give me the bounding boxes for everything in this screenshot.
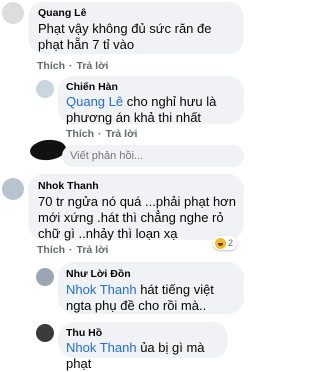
- reply-button[interactable]: Trả lời: [77, 60, 109, 72]
- reaction-count: 2: [228, 238, 234, 248]
- haha-reaction-icon: [215, 237, 226, 249]
- comment-actions: Thích · Trả lời: [37, 244, 108, 256]
- commenter-name[interactable]: Quang Lê: [38, 7, 86, 19]
- reply-input[interactable]: [62, 145, 244, 167]
- like-button[interactable]: Thích: [66, 128, 94, 140]
- avatar[interactable]: [36, 268, 54, 286]
- commenter-name[interactable]: Nhok Thanh: [38, 180, 99, 192]
- separator: ·: [69, 60, 73, 72]
- reply-button[interactable]: Trả lời: [106, 128, 138, 140]
- mention-link[interactable]: Nhok Thanh: [66, 282, 137, 297]
- like-button[interactable]: Thích: [37, 244, 65, 256]
- mention-link[interactable]: Nhok Thanh: [66, 340, 137, 355]
- comment-bubble: Chiến Hàn Quang Lê cho nghỉ hưu là phươn…: [58, 76, 244, 126]
- comment-bubble: Quang Lê Phạt vậy không đủ sức răn đe ph…: [28, 2, 244, 54]
- comment-text: Quang Lê cho nghỉ hưu là phương án khả t…: [66, 94, 240, 126]
- comment-text: Nhok Thanh hát tiếng việt ngta phụ đề ch…: [66, 282, 240, 314]
- mention-link[interactable]: Quang Lê: [66, 94, 123, 109]
- avatar[interactable]: [2, 2, 24, 24]
- comment-text: Phạt vậy không đủ sức răn đe phạt hẵn 7 …: [38, 21, 212, 52]
- comment-actions: Thích · Trả lời: [37, 60, 108, 72]
- commenter-name[interactable]: Thu Hồ: [66, 327, 102, 339]
- comment-bubble: Như Lời Đồn Nhok Thanh hát tiếng việt ng…: [58, 262, 244, 314]
- commenter-name[interactable]: Như Lời Đồn: [66, 268, 131, 280]
- comment-bubble: Thu Hồ Nhok Thanh ủa bị gì mà phạt: [58, 322, 228, 371]
- reply-button[interactable]: Trả lời: [77, 244, 109, 256]
- comment-actions: Thích · Trả lời: [66, 128, 137, 140]
- avatar[interactable]: [36, 324, 54, 342]
- separator: ·: [98, 128, 102, 140]
- comment-text: Nhok Thanh ủa bị gì mà phạt: [66, 340, 226, 372]
- avatar[interactable]: [36, 80, 54, 98]
- commenter-name[interactable]: Chiến Hàn: [66, 81, 118, 93]
- avatar[interactable]: [2, 178, 24, 200]
- like-button[interactable]: Thích: [37, 60, 65, 72]
- comment-text: 70 tr ngửa nó quá ...phải phạt hơn mới x…: [38, 194, 236, 241]
- separator: ·: [69, 244, 73, 256]
- reply-input-box[interactable]: [62, 145, 244, 167]
- reaction-badge[interactable]: 2: [213, 236, 238, 250]
- comment-bubble: Nhok Thanh 70 tr ngửa nó quá ...phải phạ…: [28, 174, 244, 241]
